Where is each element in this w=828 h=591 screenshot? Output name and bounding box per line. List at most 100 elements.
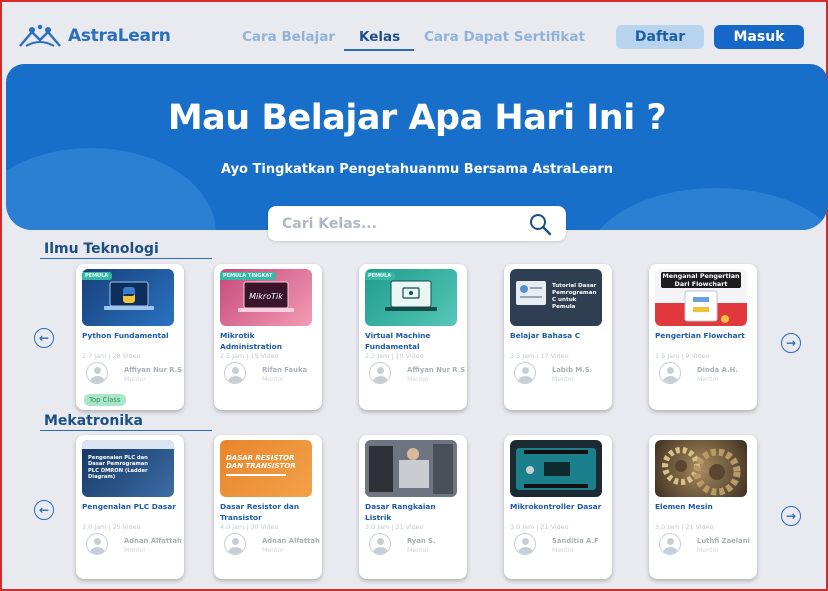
course-thumbnail bbox=[655, 440, 747, 497]
course-thumbnail bbox=[365, 440, 457, 497]
mentor-name: Dinda A.H. bbox=[697, 366, 738, 374]
course-title[interactable]: Mikrokontroller Dasar bbox=[510, 501, 608, 512]
course-title[interactable]: Dasar Rangkaian Listrik bbox=[365, 501, 463, 523]
mentor-role: Mentor bbox=[552, 547, 574, 554]
masuk-button[interactable]: Masuk bbox=[714, 25, 804, 49]
course-meta: 3.0 Jam | 25 Video bbox=[82, 523, 141, 531]
course-meta: 3.0 Jam | 21 Video bbox=[655, 523, 714, 531]
gears-icon bbox=[662, 447, 741, 496]
course-title[interactable]: Pengertian Flowchart bbox=[655, 330, 753, 341]
course-thumbnail bbox=[510, 440, 602, 497]
mentor-role: Mentor bbox=[262, 547, 284, 554]
course-card-plc[interactable]: Pengenalan PLC dan Dasar Pemrograman PLC… bbox=[76, 435, 184, 579]
course-title[interactable]: Mikrotik Administration bbox=[220, 330, 318, 352]
hero-decoration bbox=[6, 148, 216, 230]
course-card-resistor[interactable]: DASAR RESISTOR DAN TRANSISTOR Dasar Resi… bbox=[214, 435, 322, 579]
nav-link-kelas[interactable]: Kelas bbox=[359, 29, 400, 45]
course-meta: 1.5 Jam | 9 Video bbox=[655, 352, 710, 360]
course-title[interactable]: Virtual Machine Fundamental bbox=[365, 330, 463, 352]
user-icon bbox=[514, 362, 536, 384]
user-icon bbox=[369, 362, 391, 384]
mentor-role: Mentor bbox=[697, 547, 719, 554]
course-title[interactable]: Belajar Bahasa C bbox=[510, 330, 608, 341]
user-icon bbox=[369, 533, 391, 555]
mentor-name: Adnan Alfattah bbox=[262, 537, 320, 545]
arrow-left-circle-icon[interactable]: ← bbox=[34, 500, 54, 520]
mentor-name: Affiyan Nur R.S bbox=[124, 366, 183, 374]
user-icon bbox=[659, 362, 681, 384]
course-meta: 3.5 Jam | 17 Video bbox=[510, 352, 569, 360]
mentor-name: Affiyan Nur R.S bbox=[407, 366, 466, 374]
mentor-name: Sanditia A.F bbox=[552, 537, 599, 545]
user-icon bbox=[86, 533, 108, 555]
course-card-virtual-machine[interactable]: PEMULA Virtual Machine Fundamental 2.2 J… bbox=[359, 264, 467, 410]
mentor-name: Labib M.S. bbox=[552, 366, 593, 374]
course-title[interactable]: Elemen Mesin bbox=[655, 501, 753, 512]
course-card-mikrotik[interactable]: MikroTik PEMULA TINGKAT Mikrotik Adminis… bbox=[214, 264, 322, 410]
book-people-icon bbox=[19, 24, 61, 47]
course-thumbnail: Tutorial Dasar Pemrograman C untuk Pemul… bbox=[510, 269, 602, 326]
arrow-left-circle-icon[interactable]: ← bbox=[34, 328, 54, 348]
course-thumbnail: PEMULA bbox=[82, 269, 174, 326]
search-bar[interactable]: Cari Kelas... bbox=[268, 206, 566, 241]
arrow-right-circle-icon[interactable]: → bbox=[781, 333, 801, 353]
thumbnail-caption: DASAR RESISTOR DAN TRANSISTOR bbox=[226, 454, 296, 470]
mentor-role: Mentor bbox=[262, 376, 284, 383]
daftar-button[interactable]: Daftar bbox=[616, 25, 704, 49]
navbar: AstraLearn Cara Belajar Kelas Cara Dapat… bbox=[2, 2, 828, 64]
section-underline bbox=[40, 258, 212, 259]
course-card-rangkaian-listrik[interactable]: Dasar Rangkaian Listrik 3.0 Jam | 21 Vid… bbox=[359, 435, 467, 579]
section-title-ilmu-teknologi: Ilmu Teknologi bbox=[44, 241, 159, 257]
arrow-right-circle-icon[interactable]: → bbox=[781, 506, 801, 526]
level-tag: PEMULA TINGKAT bbox=[220, 272, 277, 280]
hero-decoration bbox=[586, 188, 828, 230]
search-input[interactable]: Cari Kelas... bbox=[282, 216, 377, 232]
section-underline bbox=[40, 430, 212, 431]
course-card-elemen-mesin[interactable]: Elemen Mesin 3.0 Jam | 21 Video Luthfi Z… bbox=[649, 435, 757, 579]
arduino-board-icon bbox=[516, 448, 596, 490]
mentor-name: Ryan S. bbox=[407, 537, 436, 545]
lab-photo-icon bbox=[365, 440, 457, 497]
course-meta: 2.5 Jam | 15 Video bbox=[220, 352, 279, 360]
thumbnail-caption: Pengenalan PLC dan Dasar Pemrograman PLC… bbox=[88, 455, 148, 481]
course-thumbnail: Menganal Pengertian Dari Flowchart bbox=[655, 269, 747, 326]
course-meta: 2.2 Jam | 10 Video bbox=[365, 352, 424, 360]
mentor-role: Mentor bbox=[124, 547, 146, 554]
course-card-bahasa-c[interactable]: Tutorial Dasar Pemrograman C untuk Pemul… bbox=[504, 264, 612, 410]
nav-link-cara-belajar[interactable]: Cara Belajar bbox=[242, 29, 335, 45]
course-title[interactable]: Dasar Resistor dan Transistor bbox=[220, 501, 318, 523]
user-icon bbox=[659, 533, 681, 555]
nav-link-sertifikat[interactable]: Cara Dapat Sertifikat bbox=[424, 29, 585, 45]
brand-name: AstraLearn bbox=[68, 26, 171, 46]
course-thumbnail: DASAR RESISTOR DAN TRANSISTOR bbox=[220, 440, 312, 497]
search-icon[interactable] bbox=[528, 212, 552, 236]
course-title[interactable]: Python Fundamental bbox=[82, 330, 180, 341]
course-title[interactable]: Pengenalan PLC Dasar bbox=[82, 501, 180, 512]
section-title-mekatronika: Mekatronika bbox=[44, 413, 143, 429]
mentor-role: Mentor bbox=[552, 376, 574, 383]
course-meta: 3.0 Jam | 21 Video bbox=[365, 523, 424, 531]
mentor-name: Adnan Alfattah bbox=[124, 537, 182, 545]
mentor-role: Mentor bbox=[407, 376, 429, 383]
mentor-name: Rifan Fauka bbox=[262, 366, 308, 374]
hero-title: Mau Belajar Apa Hari Ini ? bbox=[167, 98, 667, 138]
mentor-name: Luthfi Zaelani bbox=[697, 537, 750, 545]
course-thumbnail: MikroTik PEMULA TINGKAT bbox=[220, 269, 312, 326]
user-icon bbox=[224, 533, 246, 555]
user-icon bbox=[86, 362, 108, 384]
course-thumbnail: Pengenalan PLC dan Dasar Pemrograman PLC… bbox=[82, 440, 174, 497]
course-card-python[interactable]: PEMULA Python Fundamental 2.7 Jam | 28 V… bbox=[76, 264, 184, 410]
course-meta: 4.0 Jam | 30 Video bbox=[220, 523, 279, 531]
course-meta: 3.0 Jam | 21 Video bbox=[510, 523, 569, 531]
course-card-mikrokontroller[interactable]: Mikrokontroller Dasar 3.0 Jam | 21 Video… bbox=[504, 435, 612, 579]
user-icon bbox=[224, 362, 246, 384]
course-meta: 2.7 Jam | 28 Video bbox=[82, 352, 141, 360]
thumbnail-caption: Menganal Pengertian Dari Flowchart bbox=[662, 272, 740, 288]
course-thumbnail: PEMULA bbox=[365, 269, 457, 326]
user-icon bbox=[514, 533, 536, 555]
brand-logo[interactable]: AstraLearn bbox=[18, 24, 171, 48]
level-tag: PEMULA bbox=[82, 272, 113, 280]
flowchart-icon bbox=[655, 290, 747, 326]
course-card-flowchart[interactable]: Menganal Pengertian Dari Flowchart Penge… bbox=[649, 264, 757, 410]
mentor-role: Mentor bbox=[697, 376, 719, 383]
